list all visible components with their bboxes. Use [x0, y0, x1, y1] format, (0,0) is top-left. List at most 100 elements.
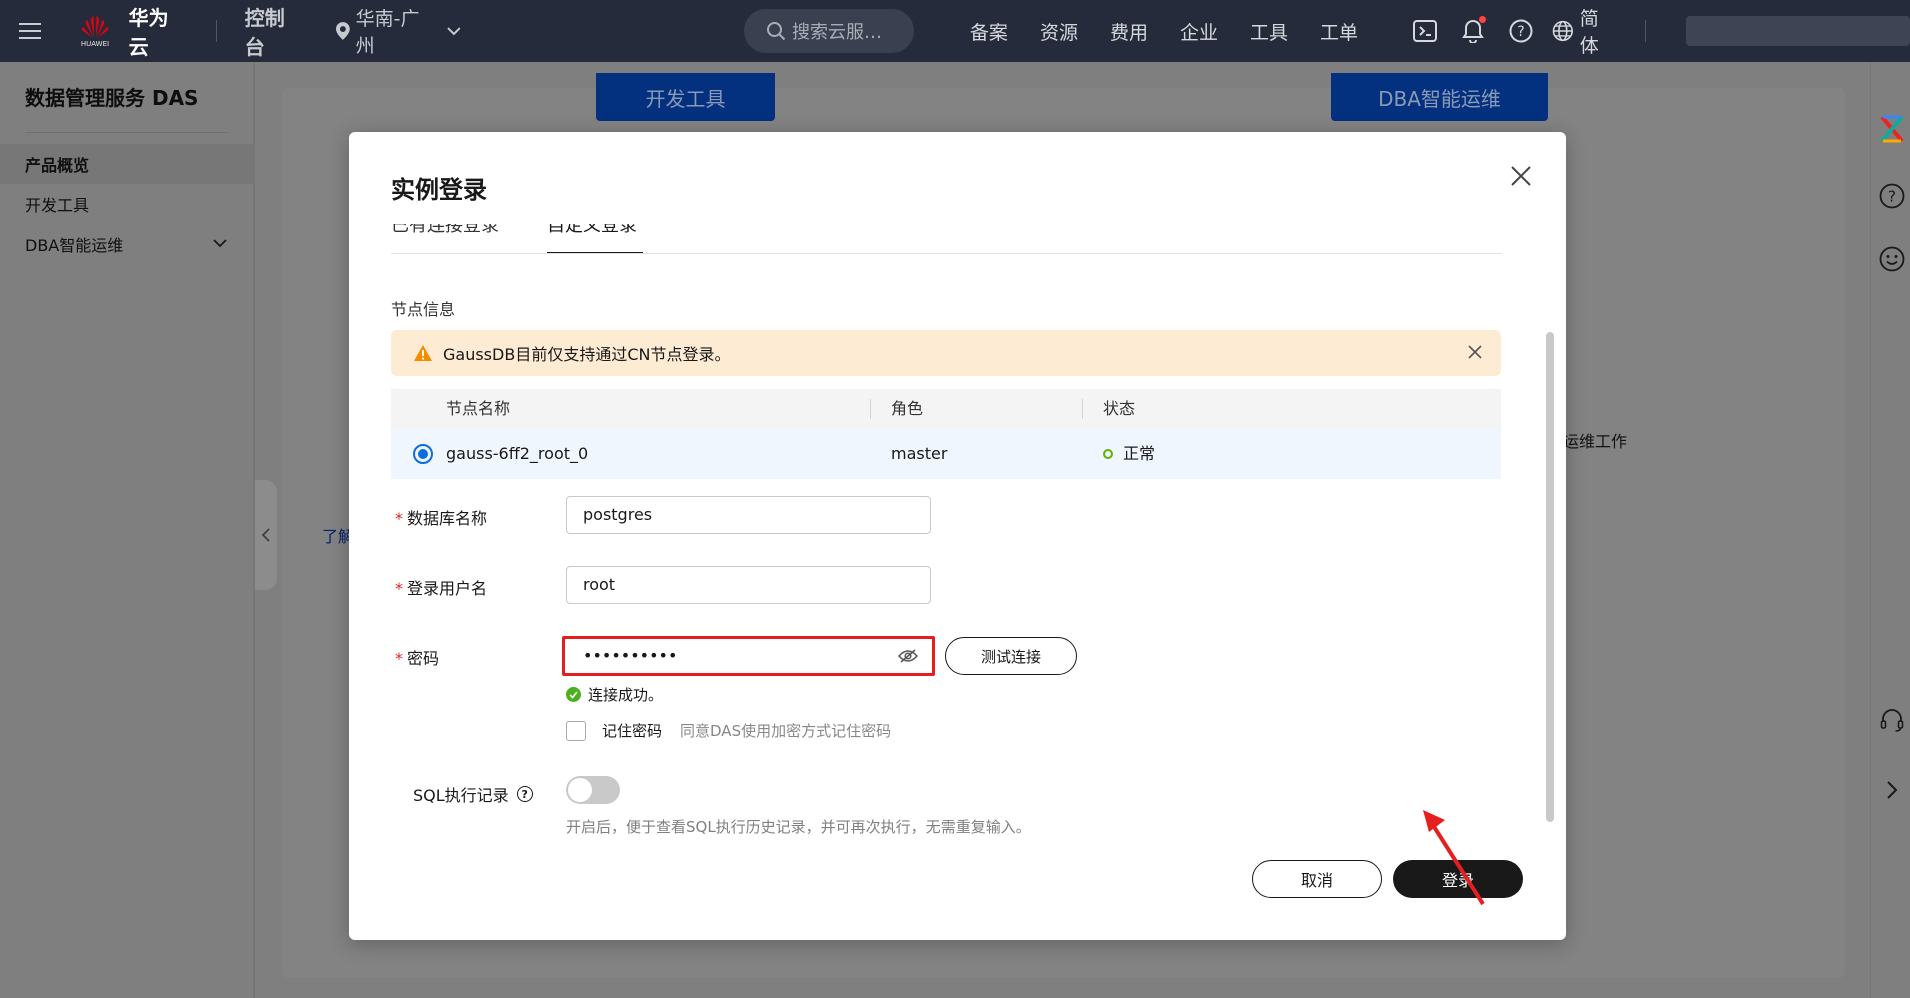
- node-name-cell: gauss-6ff2_root_0: [446, 444, 589, 463]
- password-label: * 密码: [395, 645, 439, 669]
- language-selector[interactable]: 简体: [1552, 4, 1617, 58]
- toggle-knob: [568, 778, 592, 802]
- sidebar-item-dba[interactable]: DBA智能运维: [0, 224, 253, 264]
- region-selector[interactable]: 华南-广州: [335, 4, 461, 58]
- brand-name: 华为云: [128, 6, 169, 59]
- node-radio-button[interactable]: [413, 444, 433, 464]
- close-dialog-button[interactable]: [1507, 162, 1535, 190]
- username-input[interactable]: root: [566, 566, 931, 604]
- success-text: 连接成功。: [588, 686, 664, 704]
- column-separator: [870, 399, 871, 419]
- chevron-down-icon: [213, 239, 227, 248]
- right-rail: ?: [1870, 62, 1910, 998]
- sql-record-label-text: SQL执行记录: [413, 786, 509, 805]
- brand-logo[interactable]: HUAWEI 华为云: [75, 0, 187, 62]
- tab-dba[interactable]: DBA智能运维: [1331, 73, 1548, 121]
- username-label-text: 登录用户名: [407, 579, 488, 598]
- terminal-icon[interactable]: [1411, 17, 1439, 45]
- link-enterprise[interactable]: 企业: [1180, 18, 1218, 45]
- search-box[interactable]: 搜索云服…: [743, 9, 914, 53]
- remember-password-row: 记住密码 同意DAS使用加密方式记住密码: [566, 720, 891, 741]
- password-input[interactable]: ••••••••••: [562, 636, 935, 676]
- node-info-label: 节点信息: [391, 300, 456, 319]
- link-resources[interactable]: 资源: [1040, 18, 1078, 45]
- annotation-arrow: [1423, 810, 1485, 906]
- search-placeholder: 搜索云服…: [791, 22, 882, 43]
- tab-label: 已有连接登录: [391, 224, 499, 236]
- tab-existing-connection[interactable]: 已有连接登录: [391, 224, 506, 253]
- sql-record-toggle[interactable]: [566, 776, 620, 804]
- column-header-role: 角色: [891, 399, 924, 418]
- node-status-cell: 正常: [1103, 429, 1155, 479]
- db-name-label: * 数据库名称: [395, 505, 487, 529]
- feedback-smiley-icon[interactable]: [1879, 246, 1905, 272]
- instance-login-dialog: 实例登录 已有连接登录 自定义登录 节点信息 GaussDB目前仅支持通过CN节…: [349, 132, 1566, 940]
- sidebar-item-dev-tools[interactable]: 开发工具: [0, 184, 253, 224]
- top-navigation-bar: HUAWEI 华为云 控制台 华南-广州 搜索云服… 备案 资源 费用 企业 工…: [0, 0, 1910, 62]
- divider: [1645, 20, 1647, 42]
- dialog-title: 实例登录: [391, 176, 487, 204]
- link-tools[interactable]: 工具: [1250, 18, 1288, 45]
- close-icon[interactable]: [1467, 344, 1483, 360]
- question-icon[interactable]: ?: [516, 786, 533, 802]
- help-icon[interactable]: ?: [1507, 17, 1535, 45]
- status-dot-icon: [1103, 448, 1113, 459]
- hamburger-icon: [18, 23, 41, 39]
- db-name-label-text: 数据库名称: [407, 509, 488, 528]
- background-text: 运维工作: [1563, 432, 1628, 451]
- sidebar-item-overview[interactable]: 产品概览: [0, 144, 253, 184]
- sql-record-label: SQL执行记录 ?: [413, 782, 533, 806]
- help-icon[interactable]: ?: [1879, 183, 1905, 209]
- connection-success-message: 连接成功。: [566, 684, 663, 705]
- console-link[interactable]: 控制台: [245, 2, 304, 60]
- remember-password-hint: 同意DAS使用加密方式记住密码: [680, 722, 892, 740]
- sidebar: 数据管理服务 DAS 产品概览 开发工具 DBA智能运维: [0, 62, 255, 998]
- logo-subtext: HUAWEI: [80, 39, 110, 48]
- user-account-menu[interactable]: [1686, 16, 1910, 46]
- required-mark: *: [395, 509, 403, 528]
- chevron-left-icon: [262, 528, 270, 542]
- location-pin-icon: [335, 22, 350, 40]
- check-circle-icon: [566, 687, 581, 702]
- top-icons: ?: [1391, 16, 1535, 45]
- link-billing[interactable]: 费用: [1110, 18, 1148, 45]
- region-label: 华南-广州: [355, 8, 420, 57]
- db-name-input[interactable]: postgres: [566, 496, 931, 534]
- bell-icon[interactable]: [1459, 16, 1487, 45]
- sidebar-item-label: DBA智能运维: [25, 236, 124, 255]
- column-header-node-name: 节点名称: [446, 399, 511, 418]
- chevron-right-icon[interactable]: [1879, 777, 1905, 803]
- eye-slash-icon[interactable]: [898, 648, 918, 664]
- column-header-status: 状态: [1103, 399, 1136, 418]
- menu-button[interactable]: [4, 0, 55, 62]
- link-beian[interactable]: 备案: [970, 18, 1008, 45]
- password-value: ••••••••••: [583, 646, 678, 665]
- cancel-button[interactable]: 取消: [1252, 860, 1382, 898]
- node-table-header: 节点名称 角色 状态: [391, 389, 1501, 429]
- warning-alert: GaussDB目前仅支持通过CN节点登录。: [391, 330, 1501, 376]
- username-label: * 登录用户名: [395, 575, 487, 599]
- sql-record-hint: 开启后，便于查看SQL执行历史记录，并可再次执行，无需重复输入。: [566, 818, 1031, 836]
- service-title: 数据管理服务 DAS: [25, 86, 199, 110]
- tab-custom-login[interactable]: 自定义登录: [547, 224, 643, 253]
- link-tickets[interactable]: 工单: [1320, 18, 1358, 45]
- warning-icon: [414, 345, 432, 361]
- remember-password-label: 记住密码: [602, 722, 663, 740]
- remember-password-checkbox[interactable]: [566, 720, 586, 741]
- password-label-text: 密码: [407, 649, 440, 668]
- tab-dev-tools[interactable]: 开发工具: [596, 73, 775, 121]
- status-text: 正常: [1123, 444, 1156, 463]
- language-label: 简体: [1579, 8, 1599, 57]
- test-connection-button[interactable]: 测试连接: [945, 637, 1077, 675]
- required-mark: *: [395, 579, 403, 598]
- alert-text: GaussDB目前仅支持通过CN节点登录。: [443, 345, 731, 364]
- headset-support-icon[interactable]: [1879, 707, 1905, 733]
- ai-assistant-icon[interactable]: [1879, 115, 1905, 143]
- sidebar-item-label: 产品概览: [25, 156, 90, 175]
- dialog-scrollbar[interactable]: [1546, 332, 1554, 822]
- notification-dot: [1479, 16, 1487, 23]
- table-row[interactable]: gauss-6ff2_root_0 master 正常: [391, 429, 1501, 479]
- required-mark: *: [395, 649, 403, 668]
- collapse-sidebar-button[interactable]: [255, 480, 277, 590]
- column-separator: [1082, 399, 1083, 419]
